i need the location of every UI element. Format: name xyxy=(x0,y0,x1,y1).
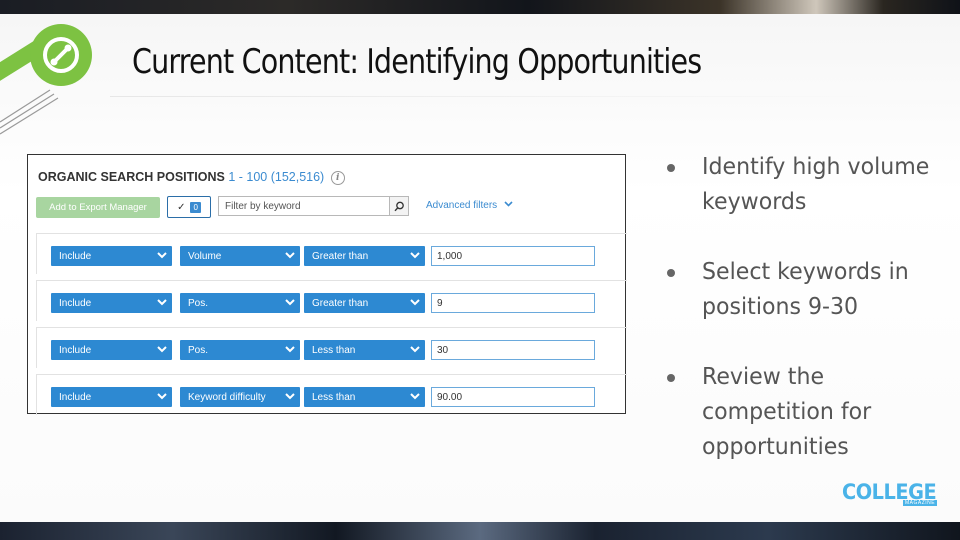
filter-field-select[interactable]: Volume xyxy=(180,246,300,266)
filter-row: Include Pos. Greater than xyxy=(36,280,627,321)
select-toggle-button[interactable]: ✓ 0 xyxy=(167,196,211,218)
title-divider xyxy=(110,96,890,97)
filter-field-value: Pos. xyxy=(188,344,209,356)
filter-row: Include Pos. Less than xyxy=(36,327,627,368)
filter-operator-value: Less than xyxy=(312,391,356,403)
bullet-text: Select keywords in positions 9-30 xyxy=(702,259,909,320)
filter-mode-select[interactable]: Include xyxy=(51,340,172,360)
filter-field-value: Volume xyxy=(188,250,222,262)
selected-count-badge: 0 xyxy=(190,201,201,213)
filter-field-select[interactable]: Pos. xyxy=(180,293,300,313)
filter-field-select[interactable]: Pos. xyxy=(180,340,300,360)
panel-title: ORGANIC SEARCH POSITIONS xyxy=(38,170,225,184)
filter-operator-value: Greater than xyxy=(312,297,369,309)
organic-search-panel: ORGANIC SEARCH POSITIONS 1 - 100 (152,51… xyxy=(27,154,627,415)
space-banner-bottom xyxy=(0,522,960,540)
search-icon xyxy=(393,201,404,211)
search-button[interactable] xyxy=(390,196,409,216)
filter-operator-select[interactable]: Less than xyxy=(304,387,425,407)
keyword-filter-input[interactable] xyxy=(218,196,390,216)
filter-value-input[interactable] xyxy=(431,340,595,360)
bullet-text: Review the competition for opportunities xyxy=(702,364,872,460)
chevron-down-icon xyxy=(410,299,420,306)
check-icon: ✓ xyxy=(177,201,186,213)
bullet-text: Identify high volume keywords xyxy=(702,154,930,215)
filter-value-input[interactable] xyxy=(431,246,595,266)
brand-logo-sub: MAGAZINE xyxy=(903,500,938,506)
filter-row: Include Keyword difficulty Less than xyxy=(36,374,627,415)
filter-value-input[interactable] xyxy=(431,387,595,407)
filter-operator-select[interactable]: Greater than xyxy=(304,293,425,313)
add-to-export-manager-button[interactable]: Add to Export Manager xyxy=(36,197,160,218)
filter-rows: Include Volume Greater than Include Pos.… xyxy=(36,233,627,415)
logo-circle xyxy=(30,24,92,86)
filter-row: Include Volume Greater than xyxy=(36,233,627,274)
chevron-down-icon xyxy=(157,346,167,353)
slide-title: Current Content: Identifying Opportuniti… xyxy=(132,42,702,82)
chevron-down-icon xyxy=(157,393,167,400)
chevron-down-icon xyxy=(410,346,420,353)
slide: Current Content: Identifying Opportuniti… xyxy=(0,14,960,522)
panel-header: ORGANIC SEARCH POSITIONS 1 - 100 (152,51… xyxy=(38,170,345,185)
bullet-dot xyxy=(667,374,675,382)
info-icon[interactable]: i xyxy=(330,171,345,185)
filter-mode-select[interactable]: Include xyxy=(51,246,172,266)
results-count: 1 - 100 (152,516) xyxy=(228,170,325,184)
filter-field-select[interactable]: Keyword difficulty xyxy=(180,387,300,407)
chevron-down-icon xyxy=(285,299,295,306)
chevron-down-icon xyxy=(410,252,420,259)
chevron-down-icon xyxy=(285,393,295,400)
advanced-filters-link[interactable]: Advanced filters xyxy=(426,200,513,211)
filter-mode-value: Include xyxy=(59,297,92,309)
chevron-down-icon xyxy=(157,252,167,259)
filter-operator-select[interactable]: Greater than xyxy=(304,246,425,266)
filter-field-value: Keyword difficulty xyxy=(188,391,266,403)
link-icon xyxy=(43,37,79,73)
chevron-down-icon xyxy=(157,299,167,306)
filter-mode-value: Include xyxy=(59,344,92,356)
chevron-down-icon xyxy=(504,201,513,207)
filter-mode-value: Include xyxy=(59,391,92,403)
chevron-down-icon xyxy=(410,393,420,400)
logo xyxy=(0,14,110,144)
bullet-dot xyxy=(667,269,675,277)
bullet-dot xyxy=(667,164,675,172)
filter-value-input[interactable] xyxy=(431,293,595,313)
space-banner-top xyxy=(0,0,960,14)
filter-operator-select[interactable]: Less than xyxy=(304,340,425,360)
advanced-filters-label: Advanced filters xyxy=(426,200,498,211)
filter-mode-select[interactable]: Include xyxy=(51,293,172,313)
filter-mode-value: Include xyxy=(59,250,92,262)
filter-mode-select[interactable]: Include xyxy=(51,387,172,407)
chevron-down-icon xyxy=(285,346,295,353)
filter-operator-value: Less than xyxy=(312,344,356,356)
filter-field-value: Pos. xyxy=(188,297,209,309)
chevron-down-icon xyxy=(285,252,295,259)
filter-operator-value: Greater than xyxy=(312,250,369,262)
